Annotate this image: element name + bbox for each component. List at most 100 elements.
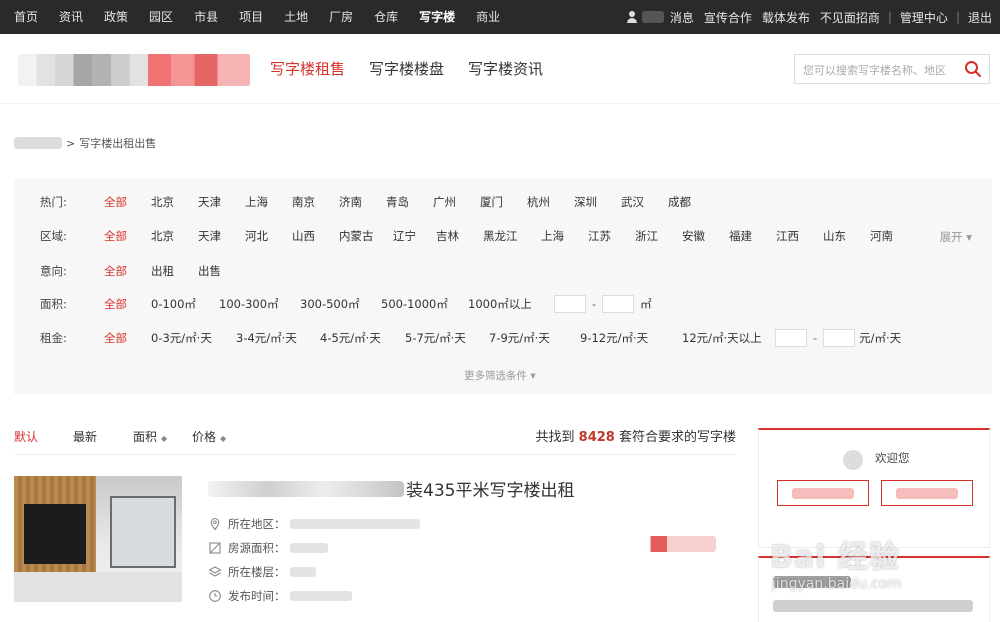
range-separator: - [813, 331, 818, 345]
layers-icon [208, 566, 222, 577]
listing-item[interactable]: 装435平米写字楼出租 所在地区： 房源面积： 所在楼层： 发布时间： [14, 476, 736, 603]
filter-option[interactable]: 全部 [104, 330, 151, 346]
messages-link[interactable]: 消息 [670, 9, 694, 26]
area-max-input[interactable] [602, 295, 635, 313]
filter-option[interactable]: 深圳 [574, 194, 621, 210]
filter-option[interactable]: 河北 [245, 228, 292, 244]
top-bar: 首页 资讯 政策 园区 市县 项目 土地 厂房 仓库 写字楼 商业 消息 宣传合… [0, 0, 1000, 34]
filter-option[interactable]: 天津 [198, 194, 245, 210]
area-min-input[interactable] [554, 295, 586, 313]
top-nav-item-land[interactable]: 土地 [270, 0, 308, 34]
filter-option[interactable]: 浙江 [635, 228, 682, 244]
username-redacted[interactable] [641, 11, 664, 23]
top-nav-item-policy[interactable]: 政策 [90, 0, 128, 34]
filter-option[interactable]: 全部 [104, 194, 151, 210]
filter-option[interactable]: 0-100㎡ [151, 296, 219, 312]
publish-link[interactable]: 载体发布 [762, 9, 810, 26]
filter-option[interactable]: 上海 [245, 194, 292, 210]
filter-option[interactable]: 5-7元/㎡·天 [405, 330, 489, 346]
filter-option[interactable]: 山东 [823, 228, 870, 244]
listing-thumbnail[interactable] [14, 476, 182, 602]
filter-option[interactable]: 出租 [151, 263, 198, 279]
top-nav-item-park[interactable]: 园区 [135, 0, 173, 34]
sidebar-button-left[interactable] [777, 480, 869, 506]
filter-option[interactable]: 成都 [668, 194, 715, 210]
top-nav-item-office[interactable]: 写字楼 [405, 0, 455, 34]
promotion-link[interactable]: 宣传合作 [704, 9, 752, 26]
filter-option[interactable]: 黑龙江 [483, 228, 541, 244]
top-nav-item-factory[interactable]: 厂房 [315, 0, 353, 34]
filter-option[interactable]: 上海 [541, 228, 588, 244]
thumbnail-glass-door [110, 496, 176, 568]
filter-option[interactable]: 南京 [292, 194, 339, 210]
welcome-panel: 欢迎您 [758, 428, 990, 548]
admin-center-link[interactable]: 管理中心 [900, 9, 948, 26]
rent-max-input[interactable] [823, 329, 856, 347]
filter-option[interactable]: 杭州 [527, 194, 574, 210]
filter-option[interactable]: 江西 [776, 228, 823, 244]
listing-price-redacted [634, 536, 716, 552]
panel-text-redacted [773, 600, 973, 612]
filter-option[interactable]: 9-12元/㎡·天 [580, 330, 682, 346]
filter-option[interactable]: 500-1000㎡ [381, 296, 468, 312]
filter-option[interactable]: 全部 [104, 228, 151, 244]
filter-option[interactable]: 3-4元/㎡·天 [236, 330, 320, 346]
filter-option[interactable]: 0-3元/㎡·天 [151, 330, 236, 346]
filter-option[interactable]: 天津 [198, 228, 245, 244]
main-nav-office-news[interactable]: 写字楼资讯 [468, 58, 543, 79]
sort-bar: 默认 最新 面积 ◆ 价格 ◆ 共找到 8428 套符合要求的写字楼 [14, 426, 736, 446]
filter-option[interactable]: 武汉 [621, 194, 668, 210]
top-nav-item-warehouse[interactable]: 仓库 [360, 0, 398, 34]
filter-option[interactable]: 江苏 [588, 228, 635, 244]
filter-option[interactable]: 北京 [151, 194, 198, 210]
main-nav: 写字楼租售 写字楼楼盘 写字楼资讯 [270, 58, 567, 79]
filter-option[interactable]: 7-9元/㎡·天 [489, 330, 580, 346]
sort-area[interactable]: 面积 ◆ [133, 428, 167, 445]
filter-option[interactable]: 出售 [198, 263, 245, 279]
site-logo-redacted[interactable] [18, 54, 250, 86]
filter-option[interactable]: 全部 [104, 296, 151, 312]
sort-default[interactable]: 默认 [14, 428, 38, 445]
filter-option[interactable]: 4-5元/㎡·天 [320, 330, 405, 346]
main-nav-office-buildings[interactable]: 写字楼楼盘 [369, 58, 444, 79]
more-filters-toggle[interactable]: 更多筛选条件 ▾ [464, 368, 536, 383]
filter-option[interactable]: 吉林 [436, 228, 483, 244]
filter-option[interactable]: 安徽 [682, 228, 729, 244]
top-nav-item-commercial[interactable]: 商业 [462, 0, 500, 34]
sort-latest[interactable]: 最新 [73, 428, 97, 445]
filter-option[interactable]: 山西 [292, 228, 339, 244]
sort-price[interactable]: 价格 ◆ [192, 428, 226, 445]
filter-option[interactable]: 福建 [729, 228, 776, 244]
filter-option[interactable]: 辽宁 [393, 228, 436, 244]
breadcrumb-home-redacted[interactable] [14, 137, 62, 149]
filter-option[interactable]: 河南 [870, 228, 910, 244]
top-nav-item-home[interactable]: 首页 [0, 0, 38, 34]
remote-invest-link[interactable]: 不见面招商 [820, 9, 880, 26]
top-nav-item-news[interactable]: 资讯 [45, 0, 83, 34]
filter-option[interactable]: 300-500㎡ [300, 296, 381, 312]
filter-option[interactable]: 青岛 [386, 194, 433, 210]
sidebar: 欢迎您 [758, 428, 990, 622]
filter-option[interactable]: 12元/㎡·天以上 [682, 330, 775, 346]
main-nav-office-rent-sale[interactable]: 写字楼租售 [270, 58, 345, 79]
search-icon[interactable] [964, 60, 982, 78]
filter-option[interactable]: 北京 [151, 228, 198, 244]
sidebar-button-right[interactable] [881, 480, 973, 506]
filter-option[interactable]: 内蒙古 [339, 228, 393, 244]
filter-option[interactable]: 广州 [433, 194, 480, 210]
logout-link[interactable]: 退出 [968, 9, 992, 26]
filter-option[interactable]: 厦门 [480, 194, 527, 210]
unfold-label: 展开 [939, 230, 963, 244]
filter-option[interactable]: 全部 [104, 263, 151, 279]
avatar [843, 450, 863, 470]
filter-option[interactable]: 1000㎡以上 [468, 296, 554, 312]
search-input[interactable] [803, 61, 961, 79]
rent-min-input[interactable] [775, 329, 807, 347]
filter-option[interactable]: 济南 [339, 194, 386, 210]
filter-option[interactable]: 100-300㎡ [219, 296, 300, 312]
listing-title[interactable]: 装435平米写字楼出租 [208, 476, 574, 501]
location-pin-icon [210, 517, 220, 531]
top-nav-item-county[interactable]: 市县 [180, 0, 218, 34]
top-nav-item-project[interactable]: 项目 [225, 0, 263, 34]
region-unfold-toggle[interactable]: 展开 ▾ [940, 229, 972, 245]
